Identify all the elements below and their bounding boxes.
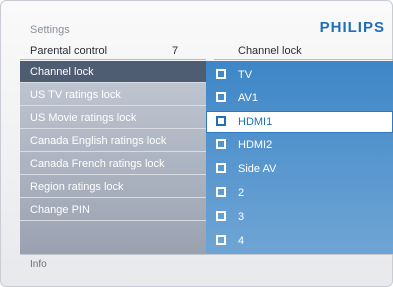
checkbox-icon[interactable] — [216, 139, 226, 149]
menu-item-label: Region ratings lock — [30, 181, 124, 193]
menu-item-us-movie-ratings-lock[interactable]: US Movie ratings lock — [20, 107, 206, 129]
channel-item-av1[interactable]: AV1 — [206, 87, 393, 109]
menu-item-label: Channel lock — [30, 66, 94, 78]
checkbox-icon[interactable] — [216, 163, 226, 173]
checkbox-icon[interactable] — [216, 116, 226, 126]
channel-item-hdmi1[interactable]: HDMI1 — [206, 111, 393, 133]
menu-item-label: Canada English ratings lock — [30, 135, 167, 147]
breadcrumb-path: Parental control — [30, 45, 108, 57]
menu-item-change-pin[interactable]: Change PIN — [20, 199, 206, 221]
info-label: Info — [30, 259, 47, 270]
channel-item-side-av[interactable]: Side AV — [206, 158, 393, 180]
settings-menu-panel: Channel lock US TV ratings lock US Movie… — [20, 61, 206, 254]
channel-label: TV — [238, 69, 253, 81]
brand-logo: PHILIPS — [319, 19, 385, 36]
channel-label: 4 — [238, 235, 245, 247]
channel-item-2[interactable]: 2 — [206, 182, 393, 204]
checkbox-icon[interactable] — [216, 235, 226, 245]
channel-list-panel: TV AV1 HDMI1 HDMI2 Side AV 2 3 4 — [206, 61, 393, 254]
breadcrumb: Parental control 7 Channel lock — [20, 40, 393, 60]
menu-item-label: Change PIN — [30, 204, 90, 216]
channel-label: 3 — [238, 211, 245, 223]
menu-item-us-tv-ratings-lock[interactable]: US TV ratings lock — [20, 84, 206, 106]
channel-label: HDMI1 — [238, 116, 273, 128]
page-title: Settings — [30, 24, 70, 36]
channel-item-hdmi2[interactable]: HDMI2 — [206, 134, 393, 156]
checkbox-icon[interactable] — [216, 187, 226, 197]
channel-label: 2 — [238, 187, 245, 199]
checkbox-icon[interactable] — [216, 69, 226, 79]
channel-item-tv[interactable]: TV — [206, 64, 393, 86]
divider-right — [214, 59, 393, 60]
channel-label: HDMI2 — [238, 139, 273, 151]
channel-item-4[interactable]: 4 — [206, 230, 393, 252]
checkbox-icon[interactable] — [216, 92, 226, 102]
menu-item-canada-french-ratings-lock[interactable]: Canada French ratings lock — [20, 153, 206, 175]
checkbox-icon[interactable] — [216, 211, 226, 221]
footer-divider — [20, 254, 393, 255]
menu-item-label: US TV ratings lock — [30, 89, 121, 101]
breadcrumb-count: 7 — [172, 45, 179, 57]
menu-item-label: US Movie ratings lock — [30, 112, 137, 124]
breadcrumb-current: Channel lock — [238, 45, 302, 57]
channel-label: AV1 — [238, 92, 258, 104]
menu-item-canada-english-ratings-lock[interactable]: Canada English ratings lock — [20, 130, 206, 152]
menu-item-region-ratings-lock[interactable]: Region ratings lock — [20, 176, 206, 198]
divider-left — [20, 59, 206, 60]
menu-item-channel-lock[interactable]: Channel lock — [20, 61, 206, 83]
menu-item-label: Canada French ratings lock — [30, 158, 165, 170]
channel-item-3[interactable]: 3 — [206, 206, 393, 228]
channel-label: Side AV — [238, 163, 277, 175]
